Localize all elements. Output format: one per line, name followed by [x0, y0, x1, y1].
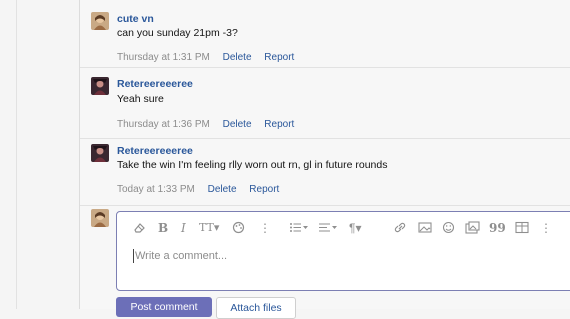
comment-message: can you sunday 21pm -3?	[117, 27, 238, 39]
current-user-avatar[interactable]	[91, 209, 109, 227]
user-avatar[interactable]	[91, 77, 109, 95]
delete-link[interactable]: Delete	[223, 119, 252, 130]
comment-item: cute vn can you sunday 21pm -3? Thursday…	[80, 0, 570, 68]
comment-meta: Thursday at 1:31 PM Delete Report	[117, 52, 294, 63]
comment-meta: Thursday at 1:36 PM Delete Report	[117, 119, 294, 130]
paragraph-icon[interactable]: ¶▾	[349, 221, 361, 235]
comment-item: Retereereeeree Yeah sure Thursday at 1:3…	[80, 68, 570, 139]
report-link[interactable]: Report	[264, 52, 294, 63]
emoji-icon[interactable]	[442, 221, 455, 235]
attach-files-button[interactable]: Attach files	[216, 297, 296, 319]
comment-message: Take the win I'm feeling rlly worn out r…	[117, 159, 388, 171]
quote-icon[interactable]: 99	[489, 221, 506, 235]
italic-icon[interactable]: I	[181, 221, 186, 235]
image-icon[interactable]	[418, 221, 432, 235]
comment-input[interactable]: Write a comment...	[133, 249, 227, 263]
table-icon[interactable]	[515, 221, 529, 235]
comment-editor[interactable]: B I TT▾ ⋮ ¶▾ 99 ⋮ Write a comment...	[116, 211, 570, 291]
comment-message: Yeah sure	[117, 93, 164, 105]
comment-time: Thursday at 1:31 PM	[117, 52, 210, 63]
user-avatar[interactable]	[91, 12, 109, 30]
align-icon[interactable]	[318, 221, 338, 235]
comment-meta: Today at 1:33 PM Delete Report	[117, 184, 279, 195]
report-link[interactable]: Report	[249, 184, 279, 195]
comment-username[interactable]: cute vn	[117, 13, 154, 25]
text-size-icon[interactable]: TT▾	[199, 221, 219, 235]
eraser-icon[interactable]	[133, 221, 146, 235]
comment-username[interactable]: Retereereeeree	[117, 78, 193, 90]
comment-time: Thursday at 1:36 PM	[117, 119, 210, 130]
list-icon[interactable]	[289, 221, 309, 235]
post-comment-button[interactable]: Post comment	[116, 297, 212, 317]
more-icon[interactable]: ⋮	[540, 221, 552, 235]
comment-item: Retereereeeree Take the win I'm feeling …	[80, 139, 570, 206]
user-avatar[interactable]	[91, 144, 109, 162]
bold-icon[interactable]: B	[158, 221, 168, 235]
left-gutter	[0, 0, 17, 309]
media-icon[interactable]	[465, 221, 480, 235]
editor-toolbar: B I TT▾ ⋮ ¶▾ 99 ⋮	[117, 212, 570, 244]
comment-time: Today at 1:33 PM	[117, 184, 195, 195]
text-size-label: TT	[199, 221, 214, 234]
delete-link[interactable]: Delete	[223, 52, 252, 63]
palette-icon[interactable]	[232, 221, 245, 235]
more-icon[interactable]: ⋮	[259, 221, 271, 235]
report-link[interactable]: Report	[264, 119, 294, 130]
delete-link[interactable]: Delete	[208, 184, 237, 195]
link-icon[interactable]	[393, 221, 407, 235]
paragraph-label: ¶	[349, 221, 356, 235]
comment-username[interactable]: Retereereeeree	[117, 145, 193, 157]
